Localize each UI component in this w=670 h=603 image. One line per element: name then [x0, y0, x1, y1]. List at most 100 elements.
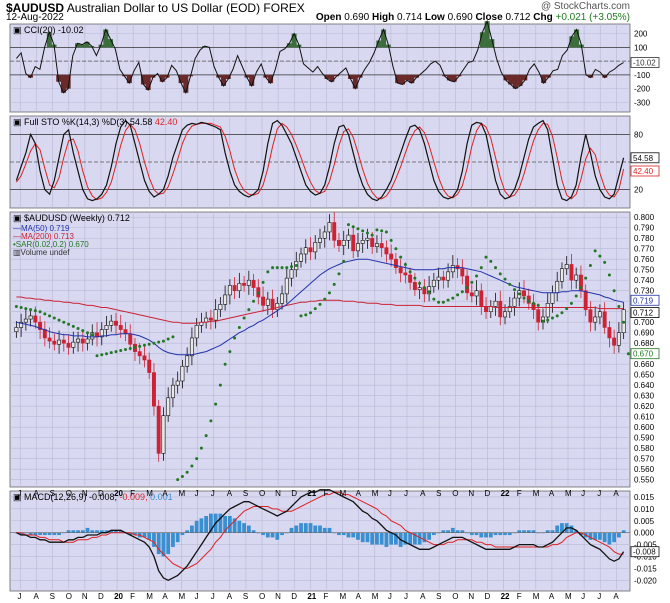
x-month-label-upper: S: [436, 489, 441, 498]
candle-body: [227, 285, 232, 296]
candle-body: [66, 342, 71, 348]
sar-dot: [508, 282, 512, 286]
macd-hist-bar: [42, 532, 47, 536]
sar-dot: [57, 318, 61, 322]
cci-oversold-fill: [446, 74, 452, 81]
candle-body: [612, 337, 617, 346]
sar-dot: [138, 344, 142, 348]
sar-dot: [256, 291, 260, 295]
macd-hist-bar: [303, 523, 308, 533]
close-tag: 0.712: [633, 309, 654, 318]
candle-body: [237, 283, 242, 292]
sar-dot: [166, 337, 170, 341]
candle-body: [42, 329, 47, 339]
macd-tick-label: -0.015: [634, 564, 657, 573]
candle-body: [85, 338, 90, 344]
candle-body: [616, 332, 621, 346]
candle-body: [498, 300, 503, 318]
sar-dot: [90, 333, 94, 337]
candle-body: [303, 247, 308, 255]
sar-dot: [332, 282, 336, 286]
macd-hist-bar: [313, 525, 318, 533]
x-month-label-lower: J: [195, 592, 199, 601]
sar-dot: [541, 319, 545, 323]
sar-dot: [565, 307, 569, 311]
candle-body: [370, 237, 375, 247]
macd-hist-bar: [308, 523, 313, 533]
sto-tick-label: 20: [634, 186, 643, 195]
sar-dot: [290, 265, 294, 269]
candle-body: [522, 290, 526, 297]
candle-body: [337, 240, 341, 246]
price-tick-label: 0.640: [634, 381, 655, 390]
cci-tick-label: -100: [634, 71, 651, 80]
x-month-label-lower: A: [162, 592, 168, 601]
macd-hist-bar: [408, 532, 413, 545]
macd-tick-label: -0.020: [634, 576, 657, 585]
candle-body: [441, 276, 446, 281]
x-month-label-upper: N: [468, 489, 474, 498]
sar-dot: [128, 346, 132, 350]
candle-body: [137, 351, 142, 357]
sar-dot: [489, 259, 493, 263]
sar-dot: [109, 351, 113, 355]
sar-dot: [550, 316, 554, 320]
candle-body: [128, 333, 133, 345]
sar-dot: [432, 297, 436, 301]
sar-dot: [176, 478, 180, 482]
price-title: ▣ $AUDUSD (Weekly) 0.712: [13, 213, 130, 223]
macd-tick-label: 0.000: [634, 529, 655, 538]
x-month-label-upper: N: [275, 489, 281, 498]
candle-body: [251, 279, 256, 288]
macd-hist-bar: [204, 516, 209, 533]
candle-body: [550, 292, 555, 304]
candle-body: [355, 243, 360, 252]
candle-body: [465, 275, 470, 294]
x-month-label-lower: D: [484, 592, 490, 601]
candle-body: [280, 293, 285, 304]
sar-dot: [588, 264, 592, 268]
sar-dot: [280, 266, 284, 270]
macd-hist-bar: [522, 530, 526, 533]
candle-body: [360, 240, 365, 244]
x-month-label-upper: O: [259, 489, 265, 498]
x-month-label-lower: M: [372, 592, 379, 601]
candle-body: [232, 285, 237, 292]
sar-dot: [204, 434, 208, 438]
sar-dot: [105, 352, 109, 356]
price-tick-label: 0.600: [634, 423, 655, 432]
sar-dot: [380, 229, 384, 233]
price-tick-label: 0.610: [634, 413, 655, 422]
candle-body: [559, 268, 564, 282]
sar-dot: [361, 229, 365, 233]
x-month-label-upper: A: [34, 489, 40, 498]
macd-hist-bar: [488, 532, 493, 538]
x-month-label-lower: M: [340, 592, 347, 601]
sar-dot: [384, 230, 388, 234]
x-month-label-lower: M: [565, 592, 572, 601]
candle-body: [76, 338, 81, 343]
candle-body: [460, 268, 465, 277]
macd-hist-bar: [180, 532, 185, 536]
x-month-label-lower: N: [82, 592, 88, 601]
x-month-label-upper: J: [388, 489, 392, 498]
candle-body: [23, 318, 28, 323]
macd-hist-bar: [555, 525, 560, 533]
x-month-label-lower: D: [291, 592, 297, 601]
sar-dot: [271, 266, 275, 270]
price-tick-label: 0.580: [634, 444, 655, 453]
candle-body: [14, 327, 19, 332]
sar-dot: [598, 254, 602, 258]
x-month-label-lower: S: [436, 592, 441, 601]
macd-hist-bar: [57, 532, 61, 536]
macd-hist-bar: [474, 532, 479, 536]
price-tick-label: 0.590: [634, 434, 655, 443]
x-month-label-upper: A: [549, 489, 555, 498]
macd-hist-bar: [503, 532, 507, 536]
sar-dot: [422, 286, 426, 290]
candle-body: [318, 237, 322, 243]
candle-body: [393, 258, 398, 268]
candle-body: [569, 264, 574, 281]
x-month-label-lower: N: [275, 592, 281, 601]
chart-canvas: 2001000-100-200-300▣ CCI(20) -10.02-10.0…: [9, 19, 660, 601]
